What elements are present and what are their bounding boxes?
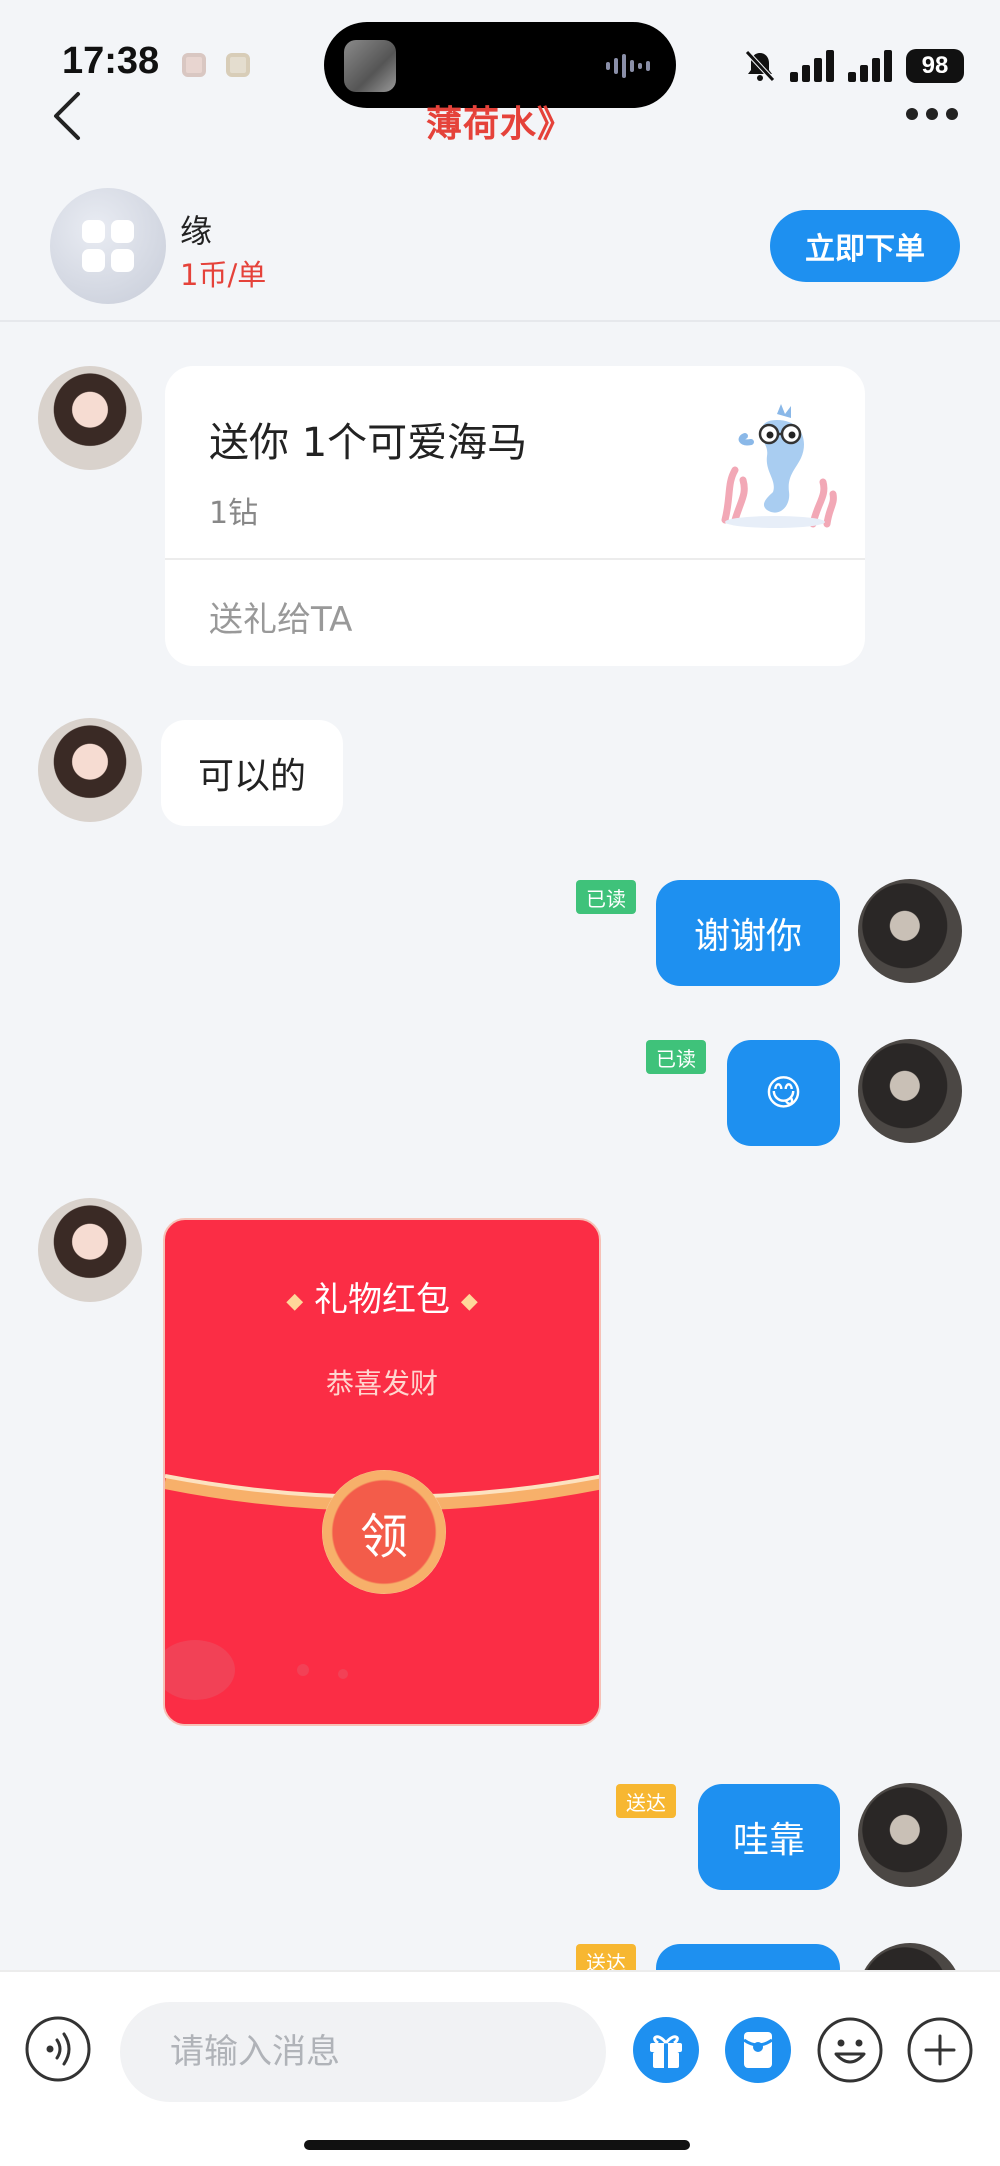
audio-wave-icon: [606, 54, 650, 78]
service-name: 缘: [180, 212, 213, 250]
read-status-badge: 已读: [576, 880, 636, 914]
status-time: 17:38: [62, 40, 160, 82]
gift-price: 1钻: [209, 496, 259, 531]
outgoing-message-bubble[interactable]: 谢谢你: [656, 880, 840, 986]
my-avatar[interactable]: [858, 1039, 962, 1143]
diamond-icon: ◆: [460, 1289, 478, 1314]
battery-level: 98: [906, 49, 964, 83]
contact-avatar[interactable]: [38, 366, 142, 470]
voice-icon[interactable]: [24, 2015, 92, 2083]
send-gift-link[interactable]: 送礼给TA: [209, 592, 352, 641]
read-status-badge: 已读: [646, 1040, 706, 1074]
emoji-icon[interactable]: [816, 2016, 884, 2084]
gift-icon[interactable]: [632, 2016, 700, 2084]
red-packet-card[interactable]: ◆ 礼物红包 ◆ 恭喜发财 领: [163, 1218, 601, 1726]
my-avatar[interactable]: [858, 879, 962, 983]
page-title: 薄荷水》: [425, 104, 574, 145]
message-input[interactable]: [120, 2002, 606, 2102]
service-price: 1币/单: [180, 258, 267, 292]
signal-icon-2: [848, 50, 892, 82]
gift-title: 送你 1个可爱海马: [209, 420, 528, 466]
service-order-header: 缘 1币/单 立即下单: [0, 170, 1000, 322]
red-packet-title-text: 礼物红包: [314, 1280, 450, 1320]
claim-red-packet-button[interactable]: 领: [322, 1470, 446, 1594]
contact-avatar[interactable]: [38, 1198, 142, 1302]
red-packet-subtitle: 恭喜发财: [325, 1367, 438, 1400]
mute-bell-icon: [745, 50, 775, 82]
message-input-bar: [0, 1970, 1000, 2166]
wechat-notification-icon: [226, 53, 250, 77]
back-arrow-icon[interactable]: [48, 88, 88, 144]
incoming-message-bubble[interactable]: 可以的: [161, 720, 343, 826]
home-indicator[interactable]: [304, 2140, 690, 2150]
contact-avatar[interactable]: [38, 718, 142, 822]
media-thumbnail: [344, 40, 396, 92]
order-now-button[interactable]: 立即下单: [770, 210, 960, 282]
notification-app-icon: [182, 53, 206, 77]
service-avatar[interactable]: [50, 188, 166, 304]
diamond-icon: ◆: [286, 1289, 304, 1314]
status-indicators: 98: [742, 46, 964, 86]
outgoing-emoji-bubble[interactable]: 😋: [727, 1040, 840, 1146]
red-packet-icon[interactable]: [724, 2016, 792, 2084]
apps-grid-icon: [82, 220, 134, 272]
outgoing-message-bubble[interactable]: 哇靠: [698, 1784, 840, 1890]
delivered-status-badge: 送达: [616, 1784, 676, 1818]
plus-icon[interactable]: [906, 2016, 974, 2084]
my-avatar[interactable]: [858, 1783, 962, 1887]
more-options-icon[interactable]: [904, 106, 960, 122]
seahorse-icon: [721, 404, 837, 528]
divider: [165, 558, 865, 560]
red-packet-title: ◆ 礼物红包 ◆: [165, 1272, 599, 1321]
signal-icon-1: [790, 50, 834, 82]
gift-message-card[interactable]: 送你 1个可爱海马 1钻 送礼给TA: [165, 366, 865, 666]
